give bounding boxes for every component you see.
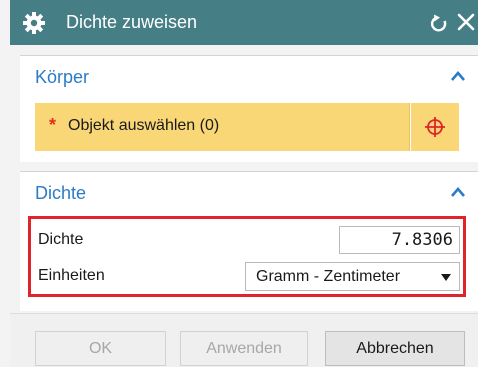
assign-density-dialog: Dichte zuweisen Körper * Objekt auswähle… [0, 0, 478, 367]
section-koerper: Körper * Objekt auswählen (0) [20, 55, 478, 162]
select-object-field[interactable]: * Objekt auswählen (0) [35, 103, 410, 151]
title-bar: Dichte zuweisen [10, 0, 478, 45]
section-title-dichte: Dichte [35, 183, 87, 203]
section-dichte: Dichte Dichte 7.8306 Einheiten Gramm - Z… [20, 171, 478, 311]
crosshair-icon [425, 117, 445, 137]
close-icon[interactable] [456, 12, 476, 32]
reset-icon[interactable] [428, 13, 450, 35]
button-bar: OK Anwenden Abbrechen [10, 313, 478, 367]
section-header-dichte[interactable]: Dichte [20, 172, 478, 212]
ok-button[interactable]: OK [35, 331, 166, 366]
dialog-title: Dichte zuweisen [66, 12, 198, 32]
pick-object-button[interactable] [411, 103, 459, 151]
density-label: Dichte [38, 231, 84, 248]
density-settings-highlight: Dichte 7.8306 Einheiten Gramm - Zentimet… [28, 216, 466, 297]
section-title-koerper: Körper [35, 67, 90, 87]
required-marker: * [49, 115, 57, 135]
select-object-label: Objekt auswählen (0) [68, 117, 220, 134]
chevron-up-icon[interactable] [450, 184, 466, 200]
units-dropdown-value: Gramm - Zentimeter [256, 268, 401, 285]
chevron-down-icon [441, 274, 451, 281]
cancel-button[interactable]: Abbrechen [325, 331, 465, 366]
section-header-koerper[interactable]: Körper [20, 56, 478, 96]
density-input[interactable]: 7.8306 [339, 226, 460, 254]
units-label: Einheiten [38, 267, 105, 284]
apply-button[interactable]: Anwenden [180, 331, 308, 366]
units-dropdown[interactable]: Gramm - Zentimeter [245, 262, 460, 291]
gear-icon[interactable] [22, 11, 46, 35]
chevron-up-icon[interactable] [450, 68, 466, 84]
